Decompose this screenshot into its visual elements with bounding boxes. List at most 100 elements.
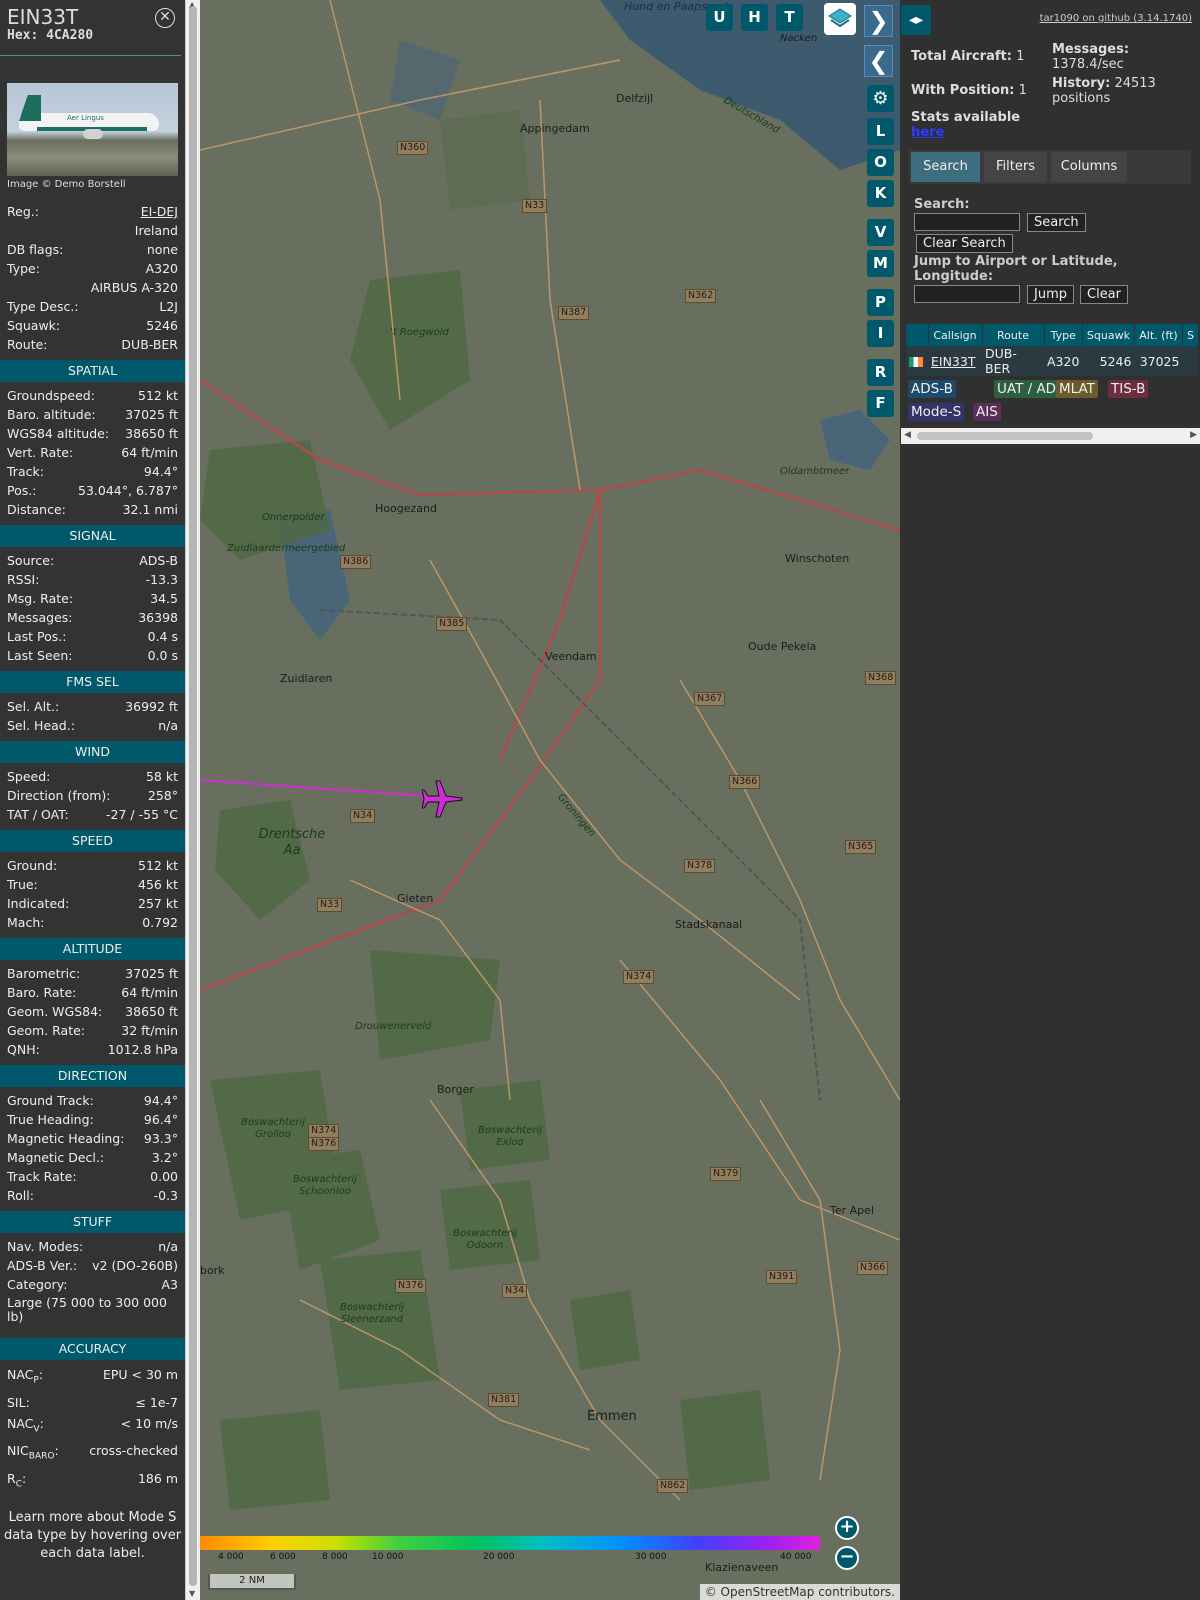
- jump-label: Jump to Airport or Latitude, Longitude:: [914, 254, 1118, 284]
- tab-filters[interactable]: Filters: [984, 152, 1047, 182]
- jump-button[interactable]: Jump: [1027, 285, 1074, 304]
- hscroll-thumb[interactable]: [917, 432, 1093, 440]
- info-row-label: Squawk:: [7, 318, 61, 333]
- clear-button[interactable]: Clear: [1080, 285, 1128, 304]
- side-button-i[interactable]: I: [867, 320, 894, 347]
- messages-label: Messages:: [1052, 42, 1130, 57]
- info-row-label: Baro. altitude:: [7, 407, 96, 422]
- park-label: Boswachterij Exloo: [477, 1125, 543, 1148]
- info-row-label: SIL:: [7, 1392, 30, 1413]
- tab-search[interactable]: Search: [911, 152, 980, 182]
- col-squawk[interactable]: Squawk: [1082, 324, 1135, 346]
- info-row-value: 0.0 s: [147, 648, 178, 663]
- col-callsign[interactable]: Callsign: [928, 324, 983, 346]
- side-button-p[interactable]: P: [867, 289, 894, 316]
- aircraft-photo[interactable]: Aer Lingus: [7, 83, 178, 176]
- info-row-label: Source:: [7, 553, 55, 568]
- place-label: Hoogezand: [375, 502, 437, 515]
- table-row[interactable]: EIN33T DUB-BER A320 5246 37025: [906, 346, 1199, 376]
- sidebar-toggle-button[interactable]: ◂▸: [901, 5, 931, 35]
- jump-input[interactable]: [914, 285, 1020, 303]
- aircraft-icon[interactable]: [422, 779, 464, 819]
- clear-search-button[interactable]: Clear Search: [916, 234, 1013, 253]
- settings-button[interactable]: ⚙: [867, 85, 894, 112]
- col-alt[interactable]: Alt. (ft): [1134, 324, 1183, 346]
- total-label: Total Aircraft:: [911, 49, 1012, 64]
- close-icon[interactable]: ✕: [155, 8, 175, 28]
- zoom-out-button[interactable]: −: [835, 1546, 859, 1570]
- side-button-l[interactable]: L: [867, 118, 894, 145]
- map-attribution[interactable]: © OpenStreetMap contributors.: [699, 1584, 900, 1600]
- toggle-button-h[interactable]: H: [741, 4, 768, 31]
- side-button-v[interactable]: V: [867, 219, 894, 246]
- info-spatial-rows: Groundspeed: 512 kt Baro. altitude: 37025 f…: [0, 386, 185, 519]
- alt-tick: 8 000: [322, 1552, 348, 1562]
- github-link[interactable]: tar1090 on github (3.14.1740): [1040, 13, 1192, 24]
- zoom-in-button[interactable]: +: [835, 1516, 859, 1540]
- toggle-button-t[interactable]: T: [776, 4, 803, 31]
- info-hex: Hex: 4CA280: [7, 28, 94, 43]
- expand-right-button[interactable]: ❯: [864, 5, 893, 37]
- info-row: Magnetic Heading: 93.3°: [0, 1129, 185, 1148]
- col-s[interactable]: S: [1182, 324, 1199, 346]
- info-row: QNH: 1012.8 hPa: [0, 1040, 185, 1059]
- side-button-r[interactable]: R: [867, 359, 894, 386]
- flag-icon: [906, 346, 928, 376]
- aircraft-info-panel: EIN33T Hex: 4CA280 ✕ Aer Lingus Image © …: [0, 0, 185, 1600]
- map-canvas[interactable]: Hund en Paapsand Nacken Delfzijl Appinge…: [200, 0, 900, 1600]
- info-callsign: EIN33T: [7, 5, 79, 29]
- side-button-m[interactable]: M: [867, 250, 894, 277]
- side-button-o[interactable]: O: [867, 149, 894, 176]
- scroll-left-icon[interactable]: ◀: [904, 430, 911, 440]
- row-alt: 37025: [1134, 346, 1183, 376]
- info-row-label: Msg. Rate:: [7, 591, 74, 606]
- row-callsign[interactable]: EIN33T: [928, 346, 982, 376]
- park-label: Onnerpolder: [262, 512, 325, 523]
- info-row-label: Speed:: [7, 769, 51, 784]
- info-scrollbar[interactable]: ▲ ▼: [185, 0, 200, 1600]
- source-badge[interactable]: Mode-S: [908, 403, 965, 421]
- table-hscrollbar[interactable]: ◀ ▶: [901, 428, 1200, 444]
- info-row-value: none: [146, 242, 178, 257]
- source-badge[interactable]: MLAT: [1056, 380, 1098, 398]
- search-input[interactable]: [914, 213, 1020, 231]
- info-row-value: 512 kt: [138, 858, 178, 873]
- row-route: DUB-BER: [982, 346, 1044, 376]
- info-row-label: Last Seen:: [7, 648, 73, 663]
- tab-columns[interactable]: Columns: [1051, 152, 1127, 182]
- tab-bar: Search Filters Columns: [909, 150, 1191, 184]
- total-aircraft: Total Aircraft: 1: [911, 49, 1024, 64]
- scroll-down-icon[interactable]: ▼: [189, 1589, 195, 1598]
- info-row-value: L2J: [159, 299, 178, 314]
- col-type[interactable]: Type: [1044, 324, 1083, 346]
- toggle-button-u[interactable]: U: [706, 4, 733, 31]
- source-badge[interactable]: TIS-B: [1108, 380, 1149, 398]
- source-badge[interactable]: AIS: [973, 403, 1001, 421]
- side-button-f[interactable]: F: [867, 390, 894, 417]
- road-number: N34: [350, 809, 376, 823]
- alt-tick: 40 000: [780, 1552, 812, 1562]
- info-row: NICBARO: cross-checked: [0, 1440, 185, 1468]
- info-row: RSSI: -13.3: [0, 570, 185, 589]
- layers-button[interactable]: [824, 3, 856, 35]
- info-row-value[interactable]: EI-DEJ: [141, 202, 178, 221]
- col-route[interactable]: Route: [982, 324, 1045, 346]
- info-row-value: v2 (DO-260B): [92, 1258, 178, 1273]
- source-badge[interactable]: ADS-B: [908, 380, 956, 398]
- scroll-thumb[interactable]: [189, 6, 197, 1586]
- side-button-k[interactable]: K: [867, 180, 894, 207]
- scroll-right-icon[interactable]: ▶: [1190, 430, 1197, 440]
- info-row-value: n/a: [158, 718, 178, 733]
- road-number: N379: [710, 1167, 742, 1181]
- col-flag[interactable]: [906, 324, 929, 346]
- info-row-label: Ground:: [7, 858, 58, 873]
- place-label: Nacken: [780, 33, 818, 44]
- stats-label: Stats available: [911, 110, 1021, 125]
- info-row-value: -13.3: [145, 572, 178, 587]
- search-button[interactable]: Search: [1027, 213, 1086, 232]
- info-row-label: Magnetic Decl.:: [7, 1150, 105, 1165]
- collapse-left-button[interactable]: ❮: [864, 45, 893, 77]
- stats-link[interactable]: here: [911, 125, 944, 140]
- info-row: DB flags: none: [0, 240, 185, 259]
- section-spatial: SPATIAL: [0, 360, 185, 382]
